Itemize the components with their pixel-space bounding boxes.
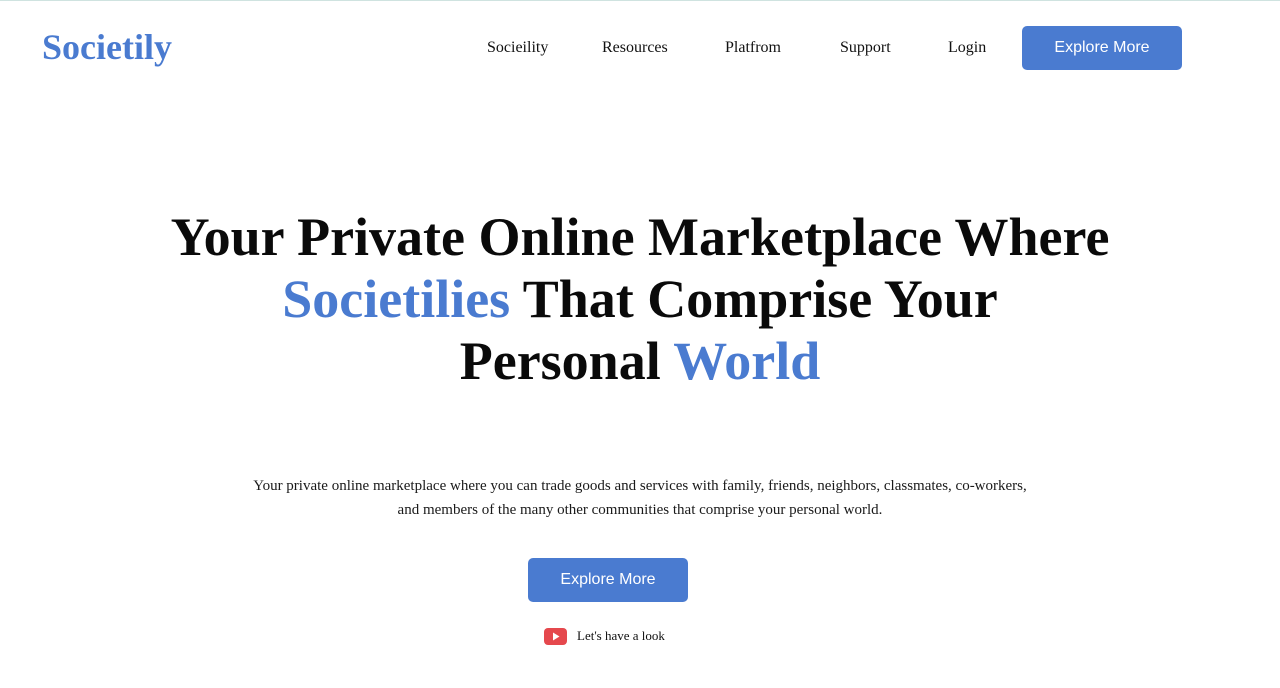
lets-have-a-look-link[interactable]: Let's have a look bbox=[544, 625, 665, 647]
hero-heading: Your Private Online Marketplace Where So… bbox=[0, 206, 1280, 392]
nav-link-resources[interactable]: Resources bbox=[602, 26, 668, 70]
hero-line-1: Your Private Online Marketplace Where bbox=[170, 207, 1110, 267]
hero-highlight-societilies: Societilies bbox=[282, 269, 511, 329]
hero-explore-more-button[interactable]: Explore More bbox=[528, 558, 688, 602]
nav-link-socieility[interactable]: Socieility bbox=[487, 26, 548, 70]
nav-link-platform[interactable]: Platfrom bbox=[725, 26, 781, 70]
youtube-play-icon bbox=[544, 627, 567, 645]
nav-link-support[interactable]: Support bbox=[840, 26, 891, 70]
lets-have-a-look-label: Let's have a look bbox=[577, 628, 665, 643]
nav-explore-more-button[interactable]: Explore More bbox=[1022, 26, 1182, 70]
hero-highlight-world: World bbox=[673, 331, 821, 391]
subtitle-line-1: Your private online marketplace where yo… bbox=[253, 478, 1027, 494]
subtitle-line-2: and members of the many other communitie… bbox=[397, 502, 883, 518]
main-nav: Socieility Resources Platfrom Support Lo… bbox=[0, 26, 1280, 70]
hero-line-3-prefix: Personal bbox=[459, 331, 674, 391]
hero-subtitle: Your private online marketplace where yo… bbox=[0, 474, 1280, 522]
nav-link-login[interactable]: Login bbox=[948, 26, 986, 70]
hero-line-2-rest: That Comprise Your bbox=[510, 269, 998, 329]
